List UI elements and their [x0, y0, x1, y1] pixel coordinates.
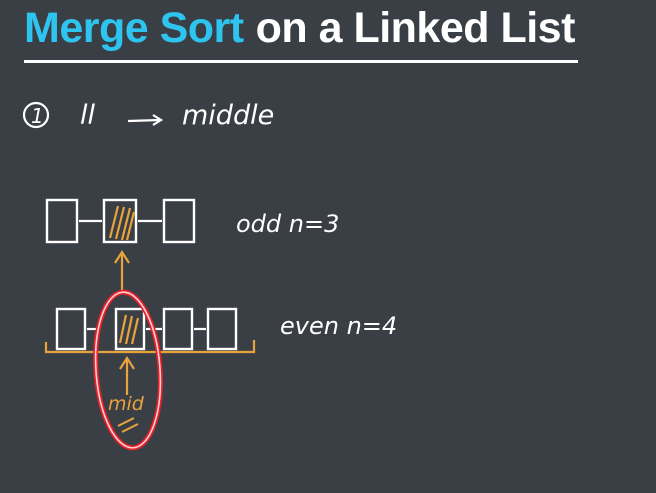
mid-label: mid	[108, 393, 145, 415]
list-node	[162, 307, 194, 351]
middle-hatching	[118, 314, 140, 345]
odd-linked-list: odd n=3	[45, 198, 339, 244]
list-node	[45, 198, 79, 244]
even-list-bracket	[44, 340, 256, 354]
odd-label: odd n=3	[236, 210, 339, 238]
step-text-right: middle	[182, 100, 274, 131]
step-number: 1	[31, 104, 44, 128]
odd-mid-arrow	[114, 249, 130, 290]
list-node	[206, 307, 238, 351]
list-node	[162, 198, 196, 244]
whiteboard-canvas: 1 ll middle odd n=3 even n=4 mid	[22, 100, 397, 451]
step-arrow	[127, 118, 161, 123]
list-node	[55, 307, 87, 351]
step-text-left: ll	[80, 100, 96, 131]
middle-hatching	[108, 205, 136, 241]
mid-underline	[117, 417, 139, 433]
even-label: even n=4	[280, 312, 397, 340]
step-1-note: 1 ll middle	[22, 100, 274, 131]
mid-pointer: mid	[108, 355, 145, 433]
